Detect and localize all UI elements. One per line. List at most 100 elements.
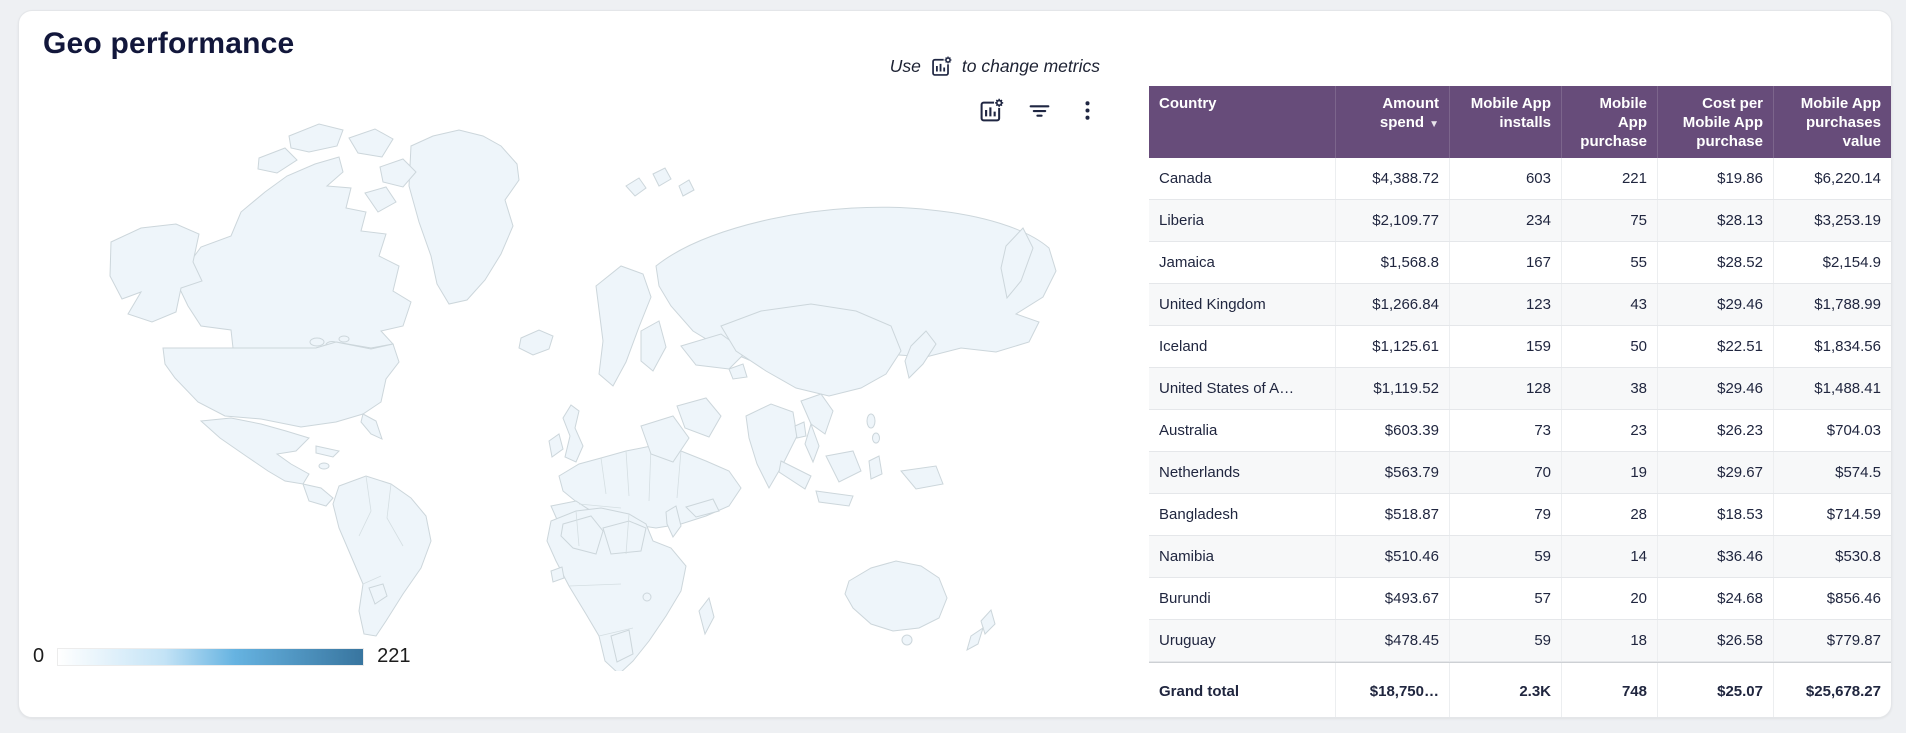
dashboard-canvas: Geo performance Use (0, 0, 1906, 733)
value-cell: $704.03 (1773, 410, 1891, 451)
value-cell: 38 (1561, 368, 1657, 409)
value-cell: 748 (1561, 663, 1657, 718)
value-cell: 50 (1561, 326, 1657, 367)
table-row[interactable]: Grand total$18,750…2.3K748$25.07$25,678.… (1149, 662, 1891, 718)
value-cell: 128 (1449, 368, 1561, 409)
value-cell: 221 (1561, 158, 1657, 199)
table-header: CountryAmount spend▼Mobile App installsM… (1149, 86, 1891, 158)
table-row[interactable]: Canada$4,388.72603221$19.86$6,220.14 (1149, 158, 1891, 200)
country-cell: United States of A… (1149, 368, 1335, 409)
value-cell: $36.46 (1657, 536, 1773, 577)
map-region-canada[interactable] (176, 157, 411, 348)
map-region-malay-peninsula (805, 424, 819, 462)
map-region-bangladesh[interactable] (795, 422, 806, 438)
map-region-indochina (801, 394, 833, 434)
value-cell: $18,750… (1335, 663, 1449, 718)
column-header[interactable]: Mobile App installs (1449, 86, 1561, 158)
value-cell: $1,834.56 (1773, 326, 1891, 367)
country-cell: Canada (1149, 158, 1335, 199)
table-row[interactable]: Jamaica$1,568.816755$28.52$2,154.9 (1149, 242, 1891, 284)
map-region-central-america (303, 484, 333, 506)
map-region-burundi[interactable] (643, 593, 651, 601)
map-region-greenland (409, 130, 519, 304)
map-region-florida (361, 414, 382, 439)
column-header[interactable]: Mobile App purchases value (1773, 86, 1891, 158)
value-cell: 23 (1561, 410, 1657, 451)
value-cell: $19.86 (1657, 158, 1773, 199)
map-region-australia[interactable] (845, 561, 947, 631)
value-cell: $28.52 (1657, 242, 1773, 283)
hint-prefix: Use (890, 56, 921, 77)
value-cell: 55 (1561, 242, 1657, 283)
map-region-south-america[interactable] (333, 476, 431, 636)
sort-desc-icon: ▼ (1429, 119, 1439, 130)
value-cell: 73 (1449, 410, 1561, 451)
value-cell: $2,109.77 (1335, 200, 1449, 241)
table-row[interactable]: Australia$603.397323$26.23$704.03 (1149, 410, 1891, 452)
map-region-jamaica[interactable] (319, 463, 329, 469)
value-cell: 123 (1449, 284, 1561, 325)
map-region-java (816, 491, 853, 506)
map-region-iceland[interactable] (519, 330, 553, 355)
value-cell: $25.07 (1657, 663, 1773, 718)
value-cell: $6,220.14 (1773, 158, 1891, 199)
table-row[interactable]: Iceland$1,125.6115950$22.51$1,834.56 (1149, 326, 1891, 368)
value-cell: 59 (1449, 620, 1561, 661)
value-cell: 19 (1561, 452, 1657, 493)
value-cell: $3,253.19 (1773, 200, 1891, 241)
table-row[interactable]: Uruguay$478.455918$26.58$779.87 (1149, 620, 1891, 662)
country-cell: Australia (1149, 410, 1335, 451)
map-region-tasmania (902, 635, 912, 645)
value-cell: 70 (1449, 452, 1561, 493)
value-cell: $22.51 (1657, 326, 1773, 367)
geo-choropleth-map (81, 116, 1081, 671)
value-cell: $1,125.61 (1335, 326, 1449, 367)
value-cell: $24.68 (1657, 578, 1773, 619)
country-cell: Jamaica (1149, 242, 1335, 283)
country-cell: Netherlands (1149, 452, 1335, 493)
table-row[interactable]: Namibia$510.465914$36.46$530.8 (1149, 536, 1891, 578)
country-cell: Uruguay (1149, 620, 1335, 661)
table-row[interactable]: Bangladesh$518.877928$18.53$714.59 (1149, 494, 1891, 536)
map-region-united-kingdom[interactable] (563, 405, 583, 462)
value-cell: $779.87 (1773, 620, 1891, 661)
column-header[interactable]: Country (1149, 86, 1335, 158)
column-header[interactable]: Amount spend▼ (1335, 86, 1449, 158)
map-region-cuba (316, 446, 339, 457)
country-cell: Liberia (1149, 200, 1335, 241)
table-row[interactable]: United Kingdom$1,266.8412343$29.46$1,788… (1149, 284, 1891, 326)
country-cell: Burundi (1149, 578, 1335, 619)
value-cell: $18.53 (1657, 494, 1773, 535)
value-cell: $2,154.9 (1773, 242, 1891, 283)
table-row[interactable]: United States of A…$1,119.5212838$29.46$… (1149, 368, 1891, 410)
country-cell: United Kingdom (1149, 284, 1335, 325)
table-row[interactable]: Burundi$493.675720$24.68$856.46 (1149, 578, 1891, 620)
value-cell: 14 (1561, 536, 1657, 577)
country-cell: Grand total (1149, 663, 1335, 718)
table-row[interactable]: Liberia$2,109.7723475$28.13$3,253.19 (1149, 200, 1891, 242)
value-cell: $26.58 (1657, 620, 1773, 661)
value-cell: $518.87 (1335, 494, 1449, 535)
map-region-philippines (867, 414, 880, 443)
table-footer: Grand total$18,750…2.3K748$25.07$25,678.… (1149, 662, 1891, 718)
value-cell: 159 (1449, 326, 1561, 367)
chart-settings-icon (930, 55, 953, 78)
value-cell: 20 (1561, 578, 1657, 619)
column-header[interactable]: Cost per Mobile App purchase (1657, 86, 1773, 158)
value-cell: 57 (1449, 578, 1561, 619)
map-region-liberia[interactable] (551, 567, 564, 582)
value-cell: 28 (1561, 494, 1657, 535)
column-header[interactable]: Mobile App purchase (1561, 86, 1657, 158)
map-region-alaska-usa[interactable] (110, 224, 202, 322)
map-region-mexico[interactable] (201, 418, 309, 484)
value-cell: 79 (1449, 494, 1561, 535)
map-region-ireland (549, 434, 563, 457)
value-cell: 167 (1449, 242, 1561, 283)
value-cell: $29.67 (1657, 452, 1773, 493)
value-cell: $510.46 (1335, 536, 1449, 577)
table-row[interactable]: Netherlands$563.797019$29.67$574.5 (1149, 452, 1891, 494)
value-cell: 43 (1561, 284, 1657, 325)
legend-min: 0 (33, 645, 44, 668)
value-cell: $26.23 (1657, 410, 1773, 451)
value-cell: $1,488.41 (1773, 368, 1891, 409)
